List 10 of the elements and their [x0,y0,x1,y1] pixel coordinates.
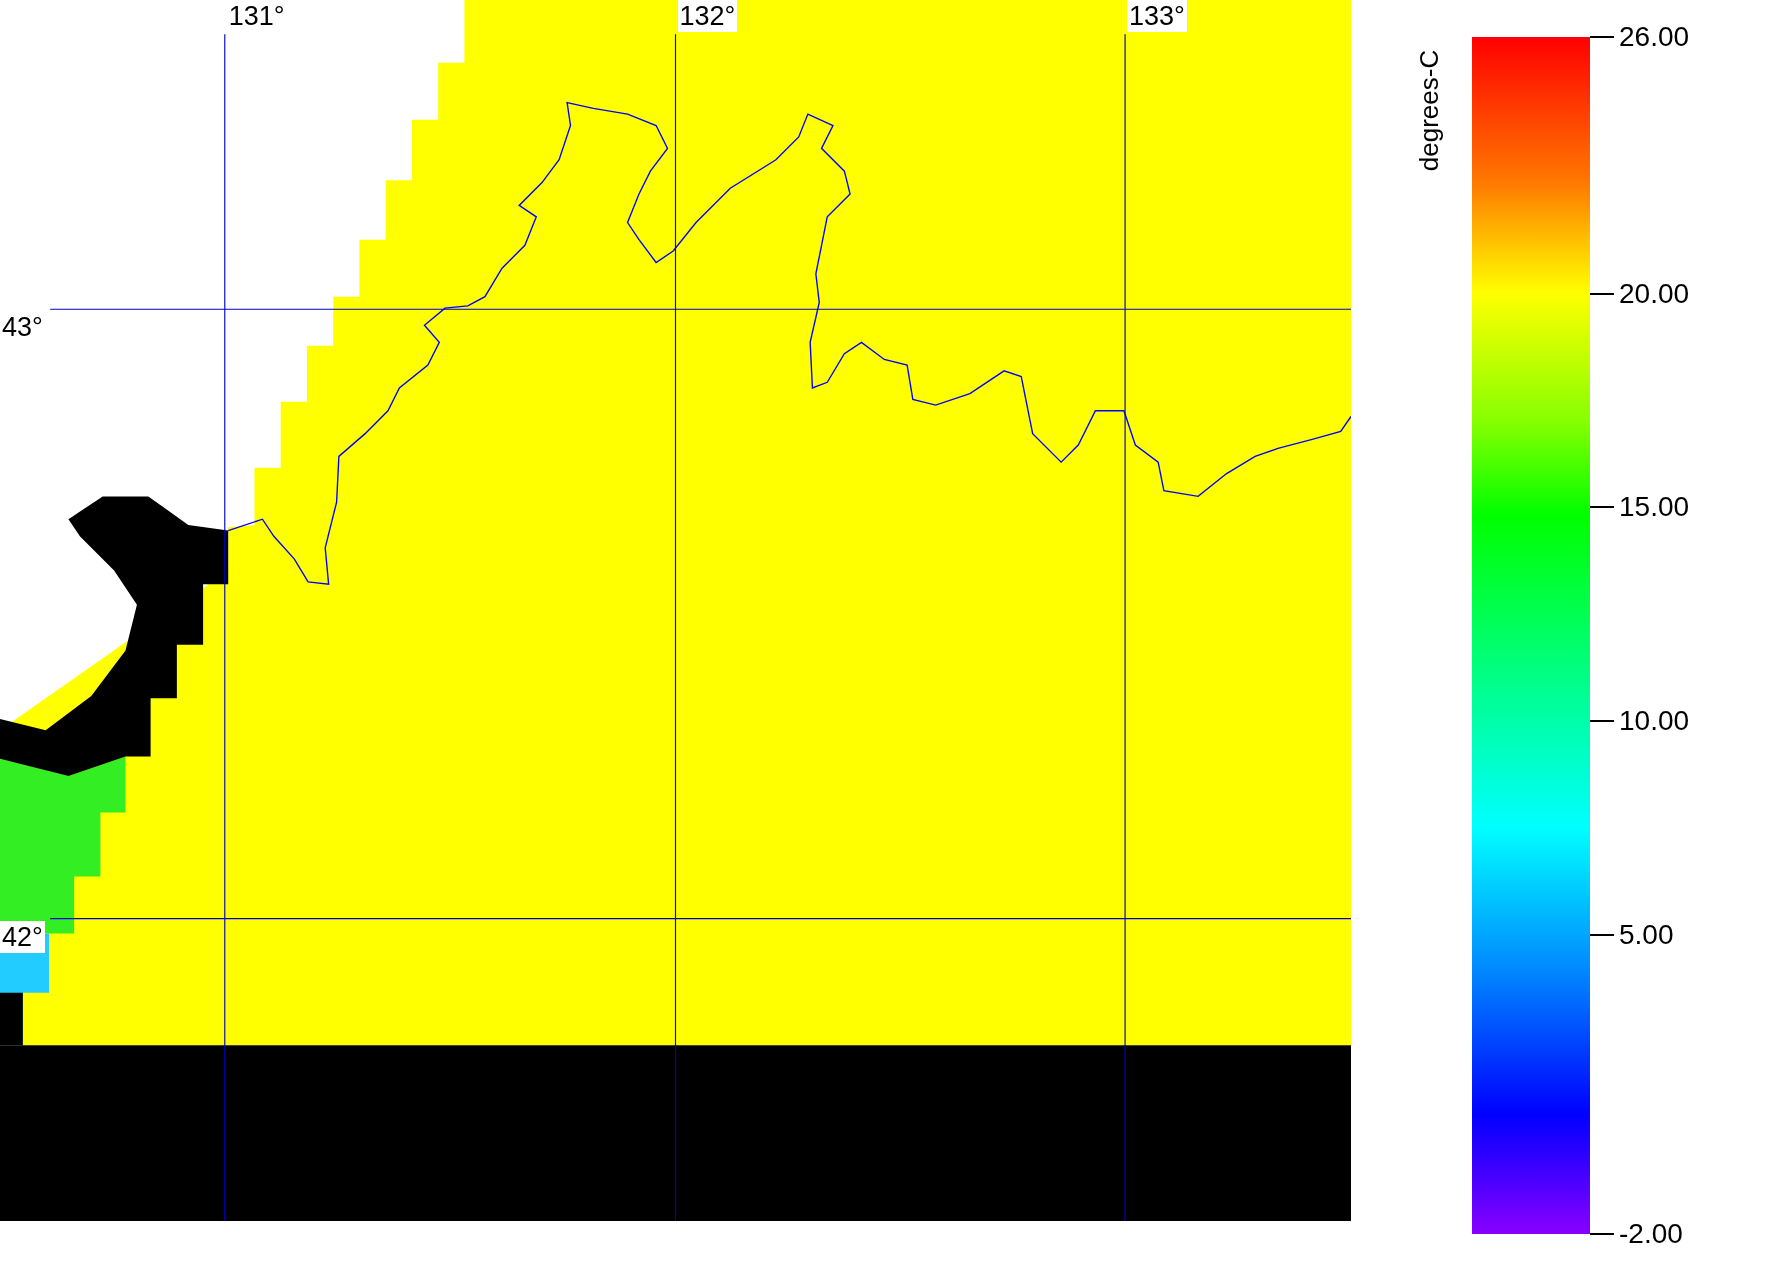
colorbar-tick-label: 15.00 [1619,491,1690,524]
colorbar-tick-label: 5.00 [1619,918,1674,951]
colorbar-tick-label: 26.00 [1619,21,1690,53]
colorbar-title: degrees-C [1414,49,1446,172]
colorbar-tick-label: -2.00 [1619,1218,1683,1250]
longitude-label: 132° [677,0,738,32]
colorbar-tick-label: 10.00 [1619,705,1690,737]
latitude-label: 42° [0,920,45,953]
longitude-label: 133° [1127,0,1187,32]
colorbar-tick-label: 20.00 [1619,277,1690,310]
